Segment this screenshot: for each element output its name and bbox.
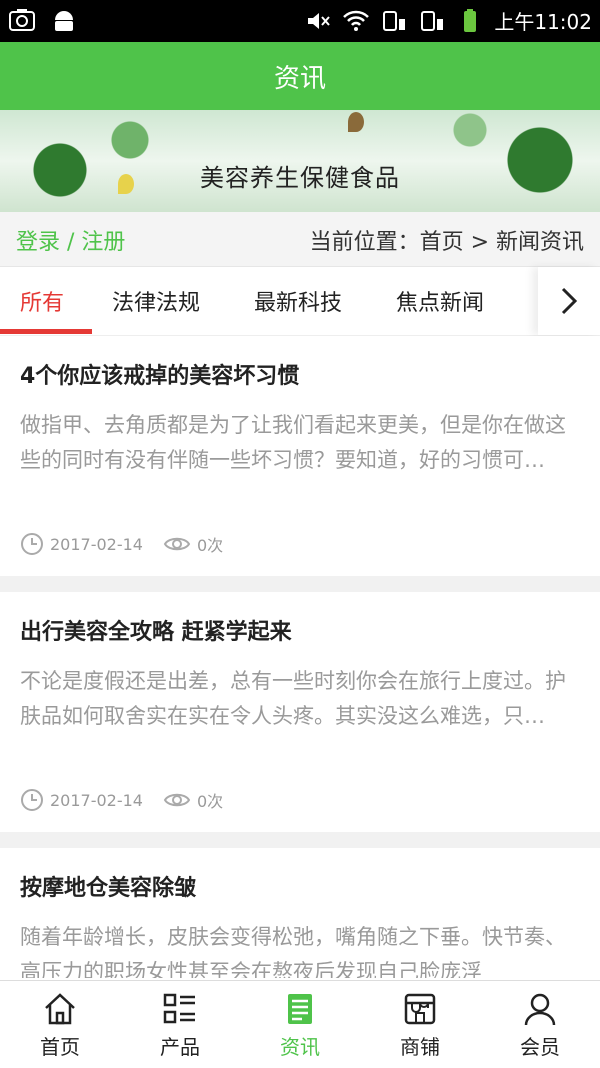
- mute-icon: [308, 12, 331, 29]
- status-bar: 上午11:02: [0, 0, 600, 42]
- article-summary: 不论是度假还是出差，总有一些时刻你会在旅行上度过。护肤品如何取舍实在实在令人头疼…: [20, 669, 566, 728]
- nav-news[interactable]: 资讯: [240, 981, 360, 1068]
- breadcrumb: 当前位置：首页 > 新闻资讯: [309, 230, 584, 255]
- nav-label: 资讯: [280, 1035, 320, 1059]
- breadcrumb-bar: 登录 / 注册 当前位置：首页 > 新闻资讯: [0, 212, 600, 267]
- banner-title: 美容养生保健食品: [200, 164, 400, 192]
- article-summary: 随着年龄增长，皮肤会变得松弛，嘴角随之下垂。快节奏、高压力的职场女性甚至会在熬夜…: [20, 925, 566, 978]
- page-title: 资讯: [273, 63, 326, 94]
- article-title[interactable]: 4个你应该戒掉的美容坏习惯: [20, 358, 299, 390]
- tabs-scroll-right-button[interactable]: [538, 267, 600, 335]
- nav-home[interactable]: 首页: [0, 981, 120, 1068]
- banner-decoration: [348, 112, 364, 132]
- product-list-icon: [163, 993, 195, 1024]
- active-tab-indicator: [0, 329, 92, 334]
- banner-image: 美容养生保健食品: [0, 110, 600, 212]
- nav-label: 会员: [520, 1035, 560, 1059]
- article-views: 0次: [163, 532, 223, 556]
- article-view-count: 0次: [196, 536, 224, 555]
- tab-all[interactable]: 所有: [20, 267, 64, 335]
- nav-member[interactable]: 会员: [480, 981, 600, 1068]
- clock-icon: [21, 789, 43, 811]
- member-icon: [524, 993, 556, 1026]
- shop-icon: [404, 993, 436, 1025]
- article-title[interactable]: 按摩地仓美容除皱: [20, 870, 196, 902]
- eye-icon: [163, 793, 191, 807]
- nav-products[interactable]: 产品: [120, 981, 240, 1068]
- nav-shops[interactable]: 商铺: [360, 981, 480, 1068]
- clock-icon: [21, 533, 43, 555]
- nav-label: 产品: [160, 1035, 200, 1059]
- screenshot-icon: [9, 9, 35, 31]
- bottom-nav: 首页 产品 资讯 商铺 会员: [0, 980, 600, 1068]
- news-icon: [288, 994, 312, 1024]
- android-icon: [55, 11, 73, 31]
- article-meta: 2017-02-14 0次: [20, 788, 223, 812]
- tab-laws[interactable]: 法律法规: [112, 267, 200, 335]
- article-views: 0次: [163, 788, 223, 812]
- tab-focus-news[interactable]: 焦点新闻: [396, 267, 484, 335]
- login-register-link[interactable]: 登录 / 注册: [16, 224, 125, 256]
- sim-signal-icon: [383, 10, 406, 31]
- nav-label: 商铺: [400, 1035, 440, 1059]
- sim-signal-icon: [421, 10, 444, 31]
- article-summary: 做指甲、去角质都是为了让我们看起来更美，但是你在做这些的同时有没有伴随一些坏习惯…: [20, 413, 566, 472]
- list-item[interactable]: 4个你应该戒掉的美容坏习惯 做指甲、去角质都是为了让我们看起来更美，但是你在做这…: [0, 336, 600, 576]
- status-time: 上午11:02: [494, 10, 592, 34]
- article-title[interactable]: 出行美容全攻略 赶紧学起来: [20, 614, 292, 646]
- list-item[interactable]: 出行美容全攻略 赶紧学起来 不论是度假还是出差，总有一些时刻你会在旅行上度过。护…: [0, 592, 600, 832]
- nav-label: 首页: [40, 1035, 80, 1059]
- chevron-right-icon: [561, 287, 578, 315]
- article-list: 4个你应该戒掉的美容坏习惯 做指甲、去角质都是为了让我们看起来更美，但是你在做这…: [0, 336, 600, 978]
- article-meta: 2017-02-14 0次: [20, 532, 223, 556]
- tab-technology[interactable]: 最新科技: [254, 267, 342, 335]
- battery-icon: [464, 8, 477, 32]
- page-header: 资讯: [0, 42, 600, 110]
- wifi-icon: [343, 10, 370, 31]
- category-tabs: 所有 法律法规 最新科技 焦点新闻: [0, 267, 600, 336]
- article-view-count: 0次: [196, 792, 224, 811]
- home-icon: [45, 993, 75, 1025]
- eye-icon: [163, 537, 191, 551]
- article-date: 2017-02-14: [50, 534, 143, 554]
- list-item[interactable]: 按摩地仓美容除皱 随着年龄增长，皮肤会变得松弛，嘴角随之下垂。快节奏、高压力的职…: [0, 848, 600, 978]
- article-date: 2017-02-14: [50, 790, 143, 810]
